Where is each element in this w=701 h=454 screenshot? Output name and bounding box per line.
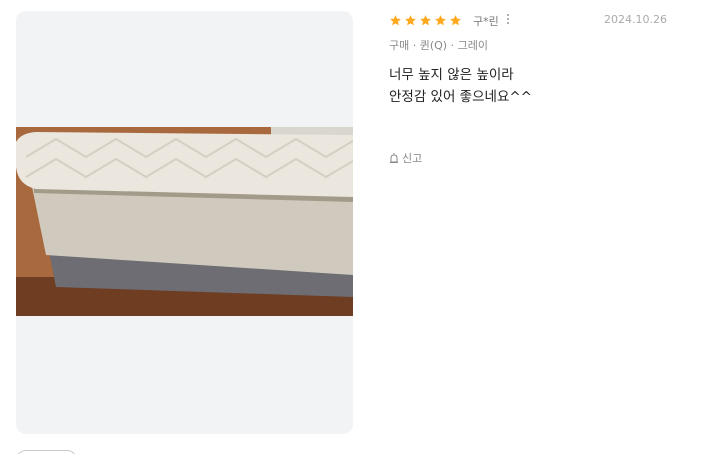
star-icon [450, 15, 461, 26]
rating-stars [389, 14, 462, 27]
purchase-option: 구매 · 퀸(Q) · 그레이 [389, 39, 488, 52]
review-photo-card[interactable] [16, 11, 353, 434]
report-button[interactable]: 신고 [389, 150, 422, 166]
star-icon [405, 15, 416, 26]
star-icon [435, 15, 446, 26]
report-label: 신고 [402, 152, 423, 165]
more-options-icon[interactable] [506, 14, 510, 26]
review-text: 너무 높지 않은 높이라 안정감 있어 좋으네요^^ [389, 67, 532, 105]
star-icon [420, 15, 431, 26]
bottom-button[interactable] [16, 450, 77, 454]
siren-icon [390, 152, 398, 163]
mattress-photo-illustration [16, 127, 353, 316]
review-photo[interactable] [16, 127, 353, 316]
star-icon [390, 15, 401, 26]
review-date: 2024.10.26 [604, 13, 667, 26]
reviewer-name: 구*린 [473, 15, 499, 28]
